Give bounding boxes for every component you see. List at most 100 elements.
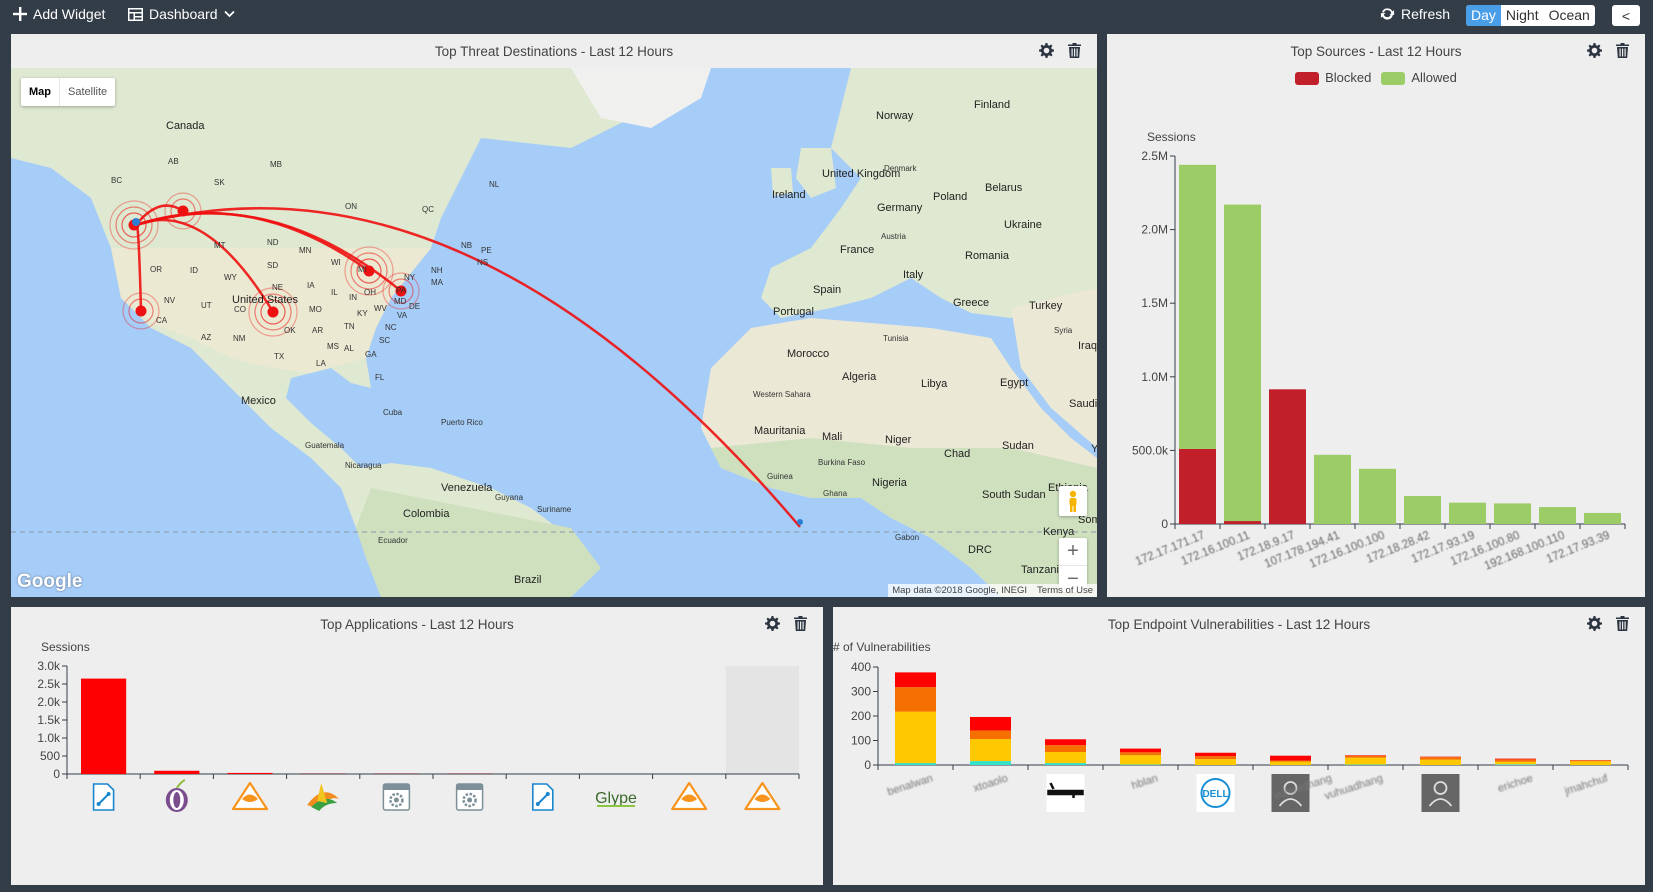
bar-blocked: [1179, 448, 1216, 524]
bar-allowed: [1449, 502, 1486, 524]
map-label: France: [840, 244, 875, 256]
map-label: Finland: [974, 99, 1011, 111]
map-label: Iraq: [1078, 340, 1097, 352]
bar-critical: [1045, 739, 1086, 746]
map-label: ID: [190, 266, 198, 275]
theme-ocean-button[interactable]: Ocean: [1544, 5, 1595, 26]
map-label: Portugal: [773, 306, 814, 318]
theme-day-button[interactable]: Day: [1466, 5, 1501, 26]
map-data-text: Map data ©2018 Google, INEGI: [892, 585, 1028, 596]
map-label: Belarus: [985, 182, 1023, 194]
map-label: Guinea: [767, 472, 793, 481]
map-label: CO: [234, 305, 246, 314]
tor-onion-icon: [165, 779, 188, 812]
dell-logo-icon: DELL: [1196, 774, 1235, 812]
threat-marker: [267, 306, 279, 318]
bar-allowed: [1494, 503, 1531, 524]
bar-medium: [1270, 761, 1311, 765]
bar-blocked: [1269, 389, 1306, 524]
trash-icon[interactable]: [1068, 43, 1081, 58]
map-label: AL: [344, 344, 354, 353]
y-tick-label: 500: [40, 749, 60, 763]
bar-medium: [1570, 761, 1611, 765]
theme-night-button[interactable]: Night: [1501, 5, 1544, 26]
hover-highlight-band: [725, 666, 799, 774]
y-tick-label: 0: [864, 758, 871, 772]
bar-medium: [1195, 759, 1236, 765]
map-label: TN: [344, 322, 355, 331]
y-tick-label: 2.0M: [1141, 223, 1168, 237]
y-tick-label: 0: [1161, 517, 1168, 531]
dashboard-label: Dashboard: [149, 6, 218, 22]
map-label: ND: [267, 238, 279, 247]
y-tick-label: 200: [851, 709, 871, 723]
legend-item-allowed[interactable]: Allowed: [1381, 70, 1457, 86]
bar-medium: [1420, 759, 1461, 765]
map-label: Chad: [944, 448, 971, 460]
bar-low: [895, 763, 936, 765]
map-label: Ghana: [823, 489, 848, 498]
y-tick-label: 300: [851, 685, 871, 699]
map-label: Germany: [877, 202, 923, 214]
gear-icon[interactable]: [1039, 43, 1054, 58]
trash-icon[interactable]: [1616, 43, 1629, 58]
add-widget-button[interactable]: Add Widget: [13, 6, 105, 22]
device-photo-icon: [1046, 774, 1085, 812]
map-label: NB: [461, 241, 473, 250]
map-label: OK: [284, 326, 296, 335]
bar: [154, 770, 200, 774]
map-label: QC: [422, 205, 434, 214]
gray-gear-window-icon: [382, 783, 411, 811]
bar: [373, 773, 419, 774]
blue-doc-link-icon: [92, 783, 115, 811]
bar-medium: [1345, 757, 1386, 765]
map-label: Saudi A: [1069, 398, 1097, 410]
dashboard-dropdown[interactable]: Dashboard: [128, 6, 235, 22]
bar-allowed: [1359, 468, 1396, 524]
bar-medium: [895, 711, 936, 764]
map-label: Romania: [965, 250, 1010, 262]
map-label: Italy: [903, 269, 924, 281]
threat-map[interactable]: Canada BC AB SK MB ON QC NL NB PE NS MT ND MN WI MI SD WY…: [11, 68, 1097, 597]
gear-icon[interactable]: [1587, 43, 1602, 58]
bar-low: [1045, 763, 1086, 765]
map-label: Mauritania: [754, 425, 806, 437]
bar-low: [1495, 764, 1536, 765]
bar-allowed: [1179, 164, 1216, 449]
map-label: VA: [397, 311, 408, 320]
bar: [227, 772, 273, 774]
svg-text:DELL: DELL: [1202, 789, 1228, 800]
origin-pin: [132, 218, 140, 226]
map-label: MO: [309, 305, 322, 314]
applications-bar-chart: 0 500 1.0k 1.5k 2.0k 2.5k 3.0k Sessions Glype: [37, 640, 800, 812]
y-tick-label: 1.5k: [37, 713, 61, 727]
map-label: OR: [150, 265, 162, 274]
x-tick-label: erichoe: [1496, 772, 1534, 795]
top-applications-widget: Top Applications - Last 12 Hours 0 500 1.0…: [11, 607, 823, 885]
bar-allowed: [1584, 512, 1621, 524]
bar-critical: [895, 672, 936, 688]
bar-high: [1120, 752, 1161, 756]
map-label: TX: [274, 352, 285, 361]
y-tick-label: 1.5M: [1141, 296, 1168, 310]
bar-medium: [1120, 755, 1161, 765]
map-type-satellite-button[interactable]: Satellite: [59, 78, 115, 106]
map-label: MI: [358, 265, 367, 274]
map-label: Mali: [822, 431, 843, 443]
street-view-pegman[interactable]: [1059, 486, 1087, 516]
refresh-button[interactable]: Refresh: [1380, 6, 1450, 22]
bar-high: [1495, 759, 1536, 762]
bar-medium: [1495, 761, 1536, 765]
map-label: Turkey: [1029, 300, 1063, 312]
terms-of-use-link[interactable]: Terms of Use: [1037, 585, 1093, 596]
map-label: Nigeria: [872, 477, 907, 489]
map-type-map-button[interactable]: Map: [21, 78, 59, 106]
map-label: LA: [316, 359, 326, 368]
map-label: Ukraine: [1004, 219, 1042, 231]
zoom-in-button[interactable]: +: [1059, 538, 1087, 565]
collapse-panel-button[interactable]: <: [1612, 5, 1640, 26]
bar-allowed: [1404, 496, 1441, 524]
google-logo: Google: [17, 571, 83, 592]
threat-marker: [177, 205, 189, 217]
legend-item-blocked[interactable]: Blocked: [1295, 70, 1371, 86]
